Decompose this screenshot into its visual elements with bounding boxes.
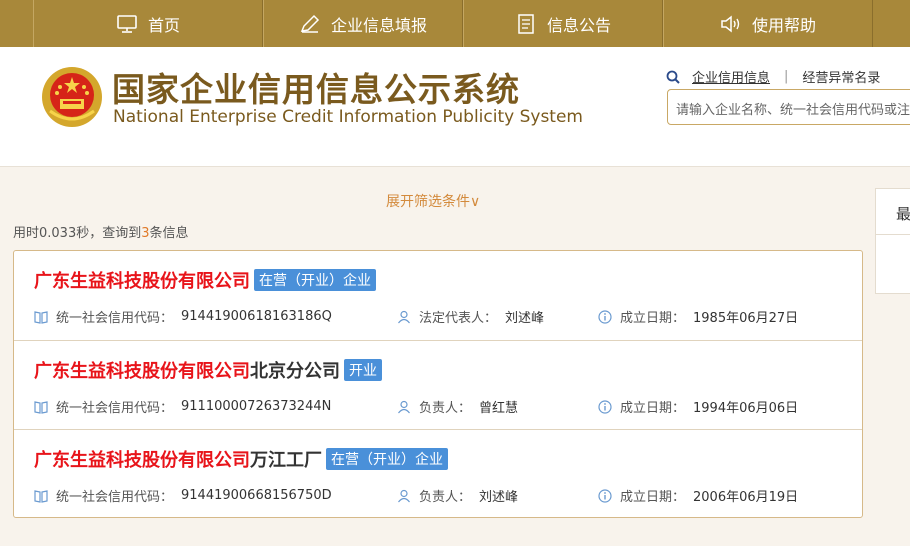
nav-enterprise-report-label: 企业信息填报 xyxy=(330,15,427,35)
nav-enterprise-report[interactable]: 企业信息填报 xyxy=(263,0,463,47)
credit-code-value: 91441900668156750D xyxy=(181,488,332,503)
list-item[interactable]: 广东生益科技股份有限公司万江工厂 在营（开业）企业 统一社会信用代码： 914419… xyxy=(14,429,862,518)
nav-home[interactable]: 首页 xyxy=(33,0,263,47)
person-icon xyxy=(398,489,410,502)
established-date-value: 2006年06月19日 xyxy=(693,490,799,505)
legal-rep-value: 刘述峰 xyxy=(505,311,545,326)
expand-filter-toggle[interactable]: 展开筛选条件∨ xyxy=(386,191,480,211)
list-item[interactable]: 广东生益科技股份有限公司 在营（开业）企业 统一社会信用代码： 9144190061… xyxy=(14,251,862,340)
side-panel: 最 xyxy=(875,188,910,294)
credit-code: 统一社会信用代码： 91441900618163186Q xyxy=(34,307,332,326)
legal-rep-label: 法定代表人： xyxy=(419,311,498,326)
book-icon xyxy=(34,400,48,414)
established-date: 成立日期： 1994年06月06日 xyxy=(598,397,798,416)
status-badge: 在营（开业）企业 xyxy=(326,448,448,470)
credit-code: 统一社会信用代码： 91441900668156750D xyxy=(34,486,332,505)
established-date-value: 1985年06月27日 xyxy=(693,311,799,326)
person-in-charge-value: 刘述峰 xyxy=(479,490,519,505)
list-item[interactable]: 广东生益科技股份有限公司北京分公司 开业 统一社会信用代码： 91110000726… xyxy=(14,340,862,429)
person-icon xyxy=(398,310,410,323)
search-icon xyxy=(666,70,680,84)
company-name-highlight: 广东生益科技股份有限公司 xyxy=(34,271,250,292)
status-badge: 在营（开业）企业 xyxy=(254,269,376,291)
company-name-rest: 万江工厂 xyxy=(250,450,322,471)
credit-code-value: 91441900618163186Q xyxy=(181,309,332,324)
site-title: 国家企业信用信息公示系统 xyxy=(112,70,520,109)
credit-code-label: 统一社会信用代码： xyxy=(56,311,174,326)
speaker-icon xyxy=(720,14,742,34)
info-icon xyxy=(598,488,612,503)
search-stats: 用时0.033秒，查询到3条信息 xyxy=(13,222,189,241)
national-emblem-icon[interactable] xyxy=(40,65,104,129)
credit-code-label: 统一社会信用代码： xyxy=(56,490,174,505)
stats-count: 3 xyxy=(141,226,150,241)
edit-pen-icon xyxy=(299,14,321,34)
side-panel-heading: 最 xyxy=(876,189,910,235)
status-badge: 开业 xyxy=(344,359,382,381)
book-icon xyxy=(34,310,48,324)
person-icon xyxy=(398,400,410,413)
established-date-label: 成立日期： xyxy=(620,490,686,505)
nav-help[interactable]: 使用帮助 xyxy=(663,0,873,47)
company-name-rest: 北京分公司 xyxy=(250,361,340,382)
credit-code-value: 91110000726373244N xyxy=(181,399,332,414)
company-name[interactable]: 广东生益科技股份有限公司北京分公司 开业 xyxy=(34,357,382,383)
person-in-charge: 负责人： 曾红慧 xyxy=(397,397,518,416)
legal-rep: 法定代表人： 刘述峰 xyxy=(397,307,544,326)
info-icon xyxy=(598,309,612,324)
book-icon xyxy=(34,489,48,503)
search-input[interactable]: 请输入企业名称、统一社会信用代码或注册号 xyxy=(667,89,910,125)
nav-help-label: 使用帮助 xyxy=(751,15,816,35)
credit-info-link[interactable]: 企业信用信息 xyxy=(692,67,770,86)
stats-suffix: 条信息 xyxy=(149,226,189,241)
company-name-highlight: 广东生益科技股份有限公司 xyxy=(34,361,250,382)
company-name-highlight: 广东生益科技股份有限公司 xyxy=(34,450,250,471)
person-in-charge: 负责人： 刘述峰 xyxy=(397,486,518,505)
header-links: 企业信用信息 | 经营异常名录 xyxy=(666,67,880,86)
link-separator: | xyxy=(784,69,789,84)
established-date-label: 成立日期： xyxy=(620,401,686,416)
monitor-icon xyxy=(116,14,138,34)
nav-announcements[interactable]: 信息公告 xyxy=(463,0,663,47)
nav-announcements-label: 信息公告 xyxy=(546,15,611,35)
established-date: 成立日期： 1985年06月27日 xyxy=(598,307,798,326)
info-icon xyxy=(598,399,612,414)
person-in-charge-value: 曾红慧 xyxy=(479,401,519,416)
company-name[interactable]: 广东生益科技股份有限公司万江工厂 在营（开业）企业 xyxy=(34,446,448,472)
site-subtitle: National Enterprise Credit Information P… xyxy=(113,107,583,127)
abnormal-list-link[interactable]: 经营异常名录 xyxy=(802,67,880,86)
results-list: 广东生益科技股份有限公司 在营（开业）企业 统一社会信用代码： 9144190061… xyxy=(13,250,863,518)
document-icon xyxy=(515,13,537,34)
established-date-label: 成立日期： xyxy=(620,311,686,326)
credit-code-label: 统一社会信用代码： xyxy=(56,401,174,416)
top-nav: 首页 企业信息填报 信息公告 使用帮助 xyxy=(0,0,910,47)
stats-prefix: 用时0.033秒，查询到 xyxy=(13,226,142,241)
established-date: 成立日期： 2006年06月19日 xyxy=(598,486,798,505)
credit-code: 统一社会信用代码： 91110000726373244N xyxy=(34,397,331,416)
nav-home-label: 首页 xyxy=(147,15,180,35)
established-date-value: 1994年06月06日 xyxy=(693,401,799,416)
person-in-charge-label: 负责人： xyxy=(419,490,472,505)
person-in-charge-label: 负责人： xyxy=(419,401,472,416)
company-name[interactable]: 广东生益科技股份有限公司 在营（开业）企业 xyxy=(34,267,376,293)
site-header: 国家企业信用信息公示系统 National Enterprise Credit … xyxy=(0,47,910,167)
